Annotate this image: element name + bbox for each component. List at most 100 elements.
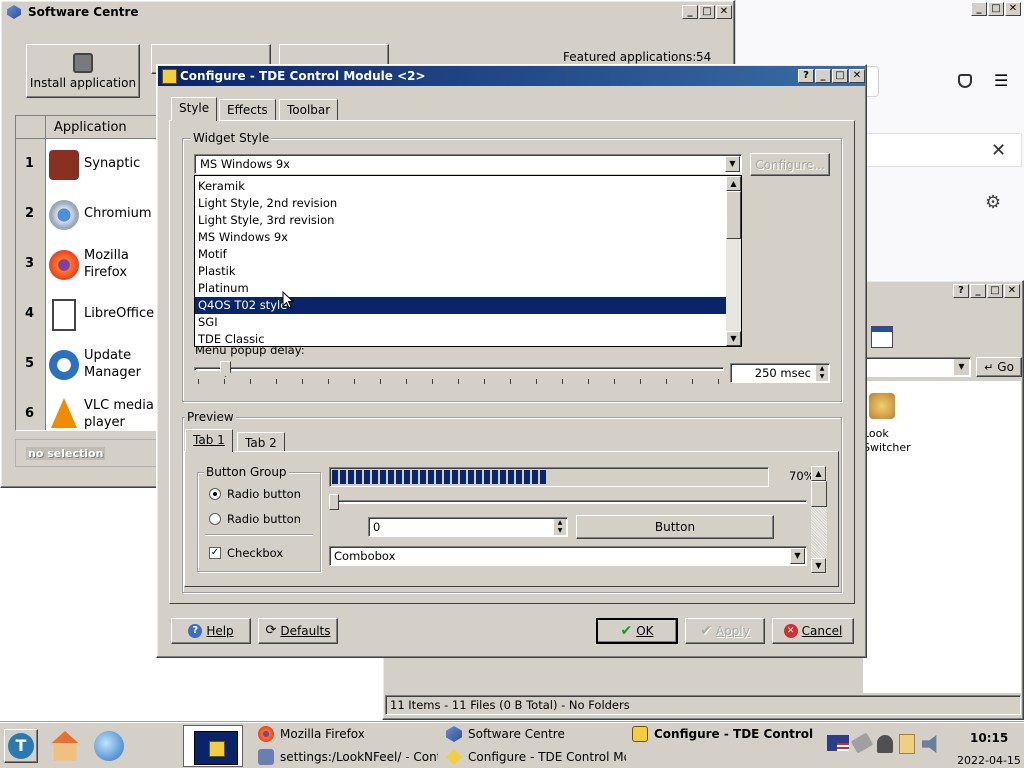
style-option[interactable]: Q4OS T02 style	[195, 297, 727, 314]
app-list[interactable]: Application 1 Synaptic 2 Chromium 3 Mozi…	[15, 115, 175, 431]
scroll-down-arrow[interactable]: ▼	[811, 558, 826, 573]
preview-scrollbar[interactable]: ▲ ▼	[811, 466, 827, 574]
preview-spinbox[interactable]: 0 ▲ ▼	[368, 517, 568, 537]
gear-icon[interactable]: ⚙	[985, 192, 1001, 213]
start-menu-button[interactable]: T	[4, 729, 38, 763]
volume-icon[interactable]	[922, 735, 937, 753]
style-option[interactable]: MS Windows 9x	[195, 229, 727, 246]
spin-arrows[interactable]: ▲ ▼	[816, 365, 828, 381]
scroll-up-arrow[interactable]: ▲	[726, 176, 741, 191]
list-item[interactable]: 4 LibreOffice	[16, 290, 174, 340]
minimize-button[interactable]: _	[970, 284, 986, 298]
look-switcher-icon[interactable]	[869, 393, 895, 419]
help-button[interactable]: ?	[953, 284, 969, 298]
software-centre-titlebar[interactable]: Software Centre _ □ ✕	[2, 2, 733, 22]
task-configure[interactable]: Configure - TDE Control Mo	[446, 746, 626, 768]
widget-style-combobox[interactable]: MS Windows 9x ▼	[194, 154, 742, 174]
install-application-button[interactable]: Install application	[26, 44, 140, 98]
style-option[interactable]: Light Style, 2nd revision	[195, 195, 727, 212]
configure-style-button[interactable]: Configure...	[750, 153, 830, 176]
minimize-button[interactable]: _	[815, 69, 831, 83]
firefox-icon	[258, 726, 274, 742]
checkbox[interactable]: ✓ Checkbox	[209, 546, 283, 560]
tab-preview-2[interactable]: Tab 2	[237, 432, 285, 452]
pocket-icon[interactable]	[958, 74, 972, 88]
file-view[interactable]: Look Switcher	[863, 381, 1021, 693]
slider-thumb[interactable]	[329, 494, 339, 510]
ok-button[interactable]: ✔ OK	[596, 618, 678, 644]
style-option[interactable]: TDE Classic	[195, 331, 727, 348]
task-software-centre[interactable]: Software Centre	[446, 723, 626, 745]
list-item[interactable]: 2 Chromium	[16, 190, 174, 240]
minimize-button[interactable]: _	[682, 5, 698, 19]
calendar-icon[interactable]	[871, 326, 893, 348]
tab-preview-1[interactable]: Tab 1	[185, 429, 233, 452]
network-icon[interactable]	[850, 732, 874, 754]
spin-arrows[interactable]: ▲ ▼	[554, 519, 566, 535]
list-item[interactable]: 3 Mozilla Firefox	[16, 240, 174, 290]
help-button[interactable]: ?	[798, 69, 814, 83]
home-icon[interactable]	[50, 731, 80, 761]
desktop-pager[interactable]	[183, 725, 243, 767]
clipboard-icon[interactable]	[899, 734, 915, 754]
location-combobox[interactable]: ▼	[863, 357, 971, 377]
task-configure-active[interactable]: Configure - TDE Control I	[632, 723, 814, 745]
style-option[interactable]: SGI	[195, 314, 727, 331]
help-button[interactable]: ? Help	[171, 618, 251, 644]
clock-date[interactable]: 2022-04-15	[957, 754, 1021, 767]
chevron-down-icon[interactable]: ▼	[790, 548, 805, 564]
dropdown-scrollbar[interactable]: ▲ ▼	[726, 176, 741, 346]
keyboard-layout-flag-icon[interactable]	[827, 735, 849, 751]
menu-delay-spinbox[interactable]: 250 msec ▲ ▼	[730, 363, 830, 383]
minimize-button[interactable]: _	[971, 2, 987, 16]
radio-button-2[interactable]: Radio button	[209, 512, 301, 526]
style-option[interactable]: Motif	[195, 246, 727, 263]
clock-time[interactable]: 10:15	[970, 731, 1008, 745]
maximize-button[interactable]: □	[987, 284, 1003, 298]
close-button[interactable]: ✕	[716, 5, 732, 19]
chevron-down-icon[interactable]: ▼	[725, 156, 740, 172]
preview-slider[interactable]	[329, 494, 807, 512]
maximize-button[interactable]: □	[699, 5, 715, 19]
scroll-up-arrow[interactable]: ▲	[811, 466, 826, 481]
style-option[interactable]: Plastik	[195, 263, 727, 280]
dialog-titlebar[interactable]: Configure - TDE Control Module <2> ? _ □…	[158, 66, 865, 86]
tde-control-icon	[162, 69, 177, 84]
usb-icon[interactable]	[877, 735, 893, 753]
preview-combobox[interactable]: Combobox ▼	[329, 546, 807, 566]
menu-delay-slider[interactable]	[194, 361, 724, 387]
style-option[interactable]: Keramik	[195, 178, 727, 195]
style-option[interactable]: Light Style, 3rd revision	[195, 212, 727, 229]
scroll-thumb[interactable]	[811, 481, 827, 507]
active-desktop[interactable]	[194, 731, 238, 765]
tab-toolbar[interactable]: Toolbar	[279, 99, 339, 121]
task-firefox[interactable]: Mozilla Firefox	[258, 723, 438, 745]
close-icon[interactable]: ✕	[991, 140, 1006, 161]
task-settings-looknfeel[interactable]: settings:/LookNFeel/ - Contr	[258, 746, 438, 768]
close-button[interactable]: ✕	[849, 69, 865, 83]
slider-thumb[interactable]	[220, 361, 231, 377]
preview-button[interactable]: Button	[576, 515, 774, 539]
menu-icon[interactable]: ☰	[994, 73, 1008, 89]
scroll-down-arrow[interactable]: ▼	[726, 331, 741, 346]
scroll-thumb[interactable]	[726, 191, 741, 239]
maximize-button[interactable]: □	[832, 69, 848, 83]
cancel-button[interactable]: ✕ Cancel	[772, 618, 854, 644]
close-button[interactable]: ✕	[1005, 2, 1021, 16]
defaults-button[interactable]: ⟳ Defaults	[258, 618, 338, 644]
column-header[interactable]: Application	[16, 116, 174, 139]
tab-style[interactable]: Style	[171, 97, 218, 121]
widget-style-dropdown[interactable]: Keramik Light Style, 2nd revision Light St…	[194, 175, 742, 347]
list-item[interactable]: 5 Update Manager	[16, 340, 174, 390]
style-option[interactable]: Platinum	[195, 280, 727, 297]
tab-effects[interactable]: Effects	[219, 99, 276, 121]
maximize-button[interactable]: □	[988, 2, 1004, 16]
web-browser-icon[interactable]	[94, 731, 124, 761]
list-item[interactable]: 6 VLC media player	[16, 390, 174, 430]
radio-button-1[interactable]: Radio button	[209, 487, 301, 501]
apply-button[interactable]: ✔ Apply	[685, 618, 765, 644]
go-button[interactable]: ↵ Go	[976, 357, 1022, 377]
close-button[interactable]: ✕	[1004, 284, 1020, 298]
list-item[interactable]: 1 Synaptic	[16, 140, 174, 190]
synaptic-icon	[49, 150, 79, 180]
